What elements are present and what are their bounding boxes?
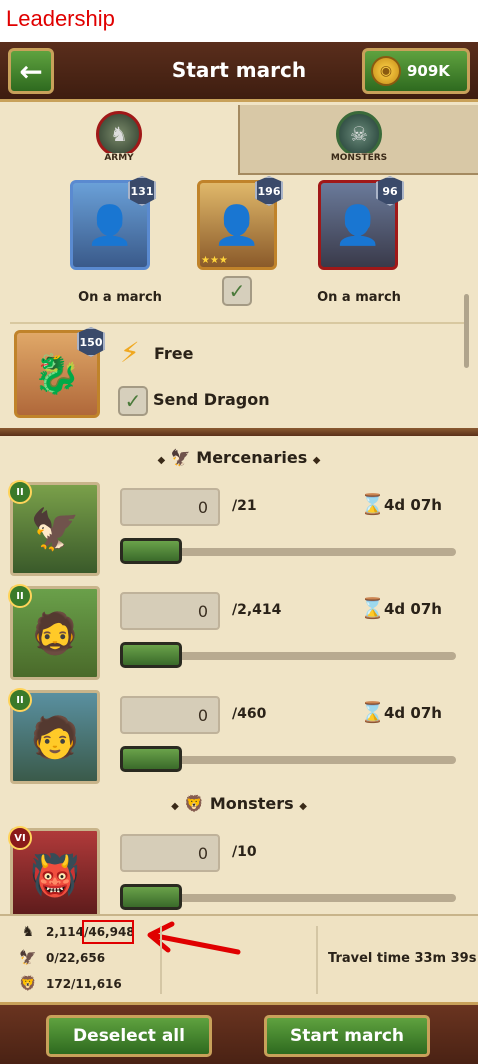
divider: [10, 322, 468, 324]
tab-monsters-label: MONSTERS: [327, 153, 391, 163]
eagle-icon: 🦅: [170, 448, 191, 467]
hero-status-3: On a march: [317, 290, 401, 305]
unit-row-3: 🧑 II 0 /460 ⌛ 4d 07h: [8, 688, 470, 786]
quantity-max: /2,414: [232, 602, 282, 618]
monster-head-icon: ☠: [336, 111, 382, 157]
dragon-free-label: Free: [154, 344, 194, 363]
unit-row-2: 🧔 II 0 /2,414 ⌛ 4d 07h: [8, 584, 470, 682]
mercenaries-title: Mercenaries: [196, 448, 308, 467]
mercenaries-row: 🦅 0/22,656: [18, 950, 105, 966]
eagle-icon: 🦅: [19, 950, 37, 966]
tier-badge: VI: [8, 826, 32, 850]
monsters-title: Monsters: [209, 794, 294, 813]
quantity-slider-thumb[interactable]: [120, 884, 182, 910]
action-bar: Deselect all Start march: [0, 1002, 478, 1064]
quantity-max: /460: [232, 706, 267, 722]
hourglass-icon: ⌛: [360, 700, 385, 724]
travel-time: Travel time 33m 39s: [328, 951, 477, 966]
quantity-input[interactable]: 0: [120, 488, 220, 526]
tabs: ♞ ARMY ☠ MONSTERS: [0, 105, 478, 175]
divider: [316, 926, 318, 994]
hourglass-icon: ⌛: [360, 596, 385, 620]
red-arrow-annotation: [147, 921, 241, 955]
lion-icon: 🦁: [184, 794, 205, 813]
duration: 4d 07h: [384, 496, 442, 514]
duration: 4d 07h: [384, 600, 442, 618]
lightning-icon: ⚡: [120, 336, 140, 369]
section-separator: [0, 428, 478, 436]
highlight-box: [82, 920, 134, 944]
scrollbar[interactable]: [464, 294, 469, 368]
leadership-caption: Leadership: [6, 6, 115, 31]
divider: [160, 926, 162, 994]
dragon-level-badge: 150: [77, 327, 105, 357]
diamond-icon: ◆: [312, 455, 321, 466]
start-march-screen: ← Start march ◉ 909K ♞ ARMY ☠ MONSTERS 👤…: [0, 42, 478, 1064]
duration: 4d 07h: [384, 704, 442, 722]
hero-select-checkbox[interactable]: ✓: [222, 276, 252, 306]
quantity-slider-thumb[interactable]: [120, 746, 182, 772]
unit-row-1: 🦅 II 0 /21 ⌛ 4d 07h: [8, 480, 470, 578]
tier-badge: II: [8, 584, 32, 608]
quantity-max: /10: [232, 844, 257, 860]
quantity-input[interactable]: 0: [120, 696, 220, 734]
hero-card-2[interactable]: 👤 196 ★★★: [197, 176, 283, 270]
tab-army[interactable]: ♞ ARMY: [0, 105, 238, 175]
unit-row-4: 👹 VI 0 /10: [8, 826, 470, 924]
tier-badge: II: [8, 688, 32, 712]
hero-card-3[interactable]: 👤 96: [318, 176, 404, 270]
leadership-used: 2,114: [46, 925, 84, 939]
hourglass-icon: ⌛: [360, 492, 385, 516]
check-icon: ✓: [228, 279, 246, 303]
diamond-icon: ◆: [171, 801, 179, 812]
march-summary: ♞ 2,114/46,948 🦅 0/22,656 🦁 172/11,616 T…: [0, 914, 478, 1002]
diamond-icon: ◆: [157, 455, 166, 466]
quantity-max: /21: [232, 498, 257, 514]
lion-icon: 🦁: [19, 976, 37, 992]
monsters-row: 🦁 172/11,616: [18, 976, 122, 992]
quantity-input[interactable]: 0: [120, 592, 220, 630]
army-helmet-icon: ♞: [96, 111, 142, 157]
hero-card-1[interactable]: 👤 131: [70, 176, 156, 270]
deselect-all-button[interactable]: Deselect all: [46, 1015, 212, 1057]
start-march-button[interactable]: Start march: [264, 1015, 430, 1057]
check-icon: ✓: [124, 389, 142, 413]
tab-monsters[interactable]: ☠ MONSTERS: [238, 105, 478, 175]
diamond-icon: ◆: [299, 801, 307, 812]
send-dragon-label: Send Dragon: [153, 390, 270, 409]
monsters-heading: ◆ 🦁 Monsters ◆: [0, 794, 478, 813]
tier-badge: II: [8, 480, 32, 504]
dragon-card[interactable]: 🐉 150: [14, 327, 105, 418]
leadership-helmet-icon: ♞: [21, 924, 35, 940]
dragon-portrait-icon: 🐉: [33, 351, 81, 396]
hero-stars: ★★★: [201, 255, 228, 266]
header: ← Start march ◉ 909K: [0, 42, 478, 102]
quantity-slider-thumb[interactable]: [120, 538, 182, 564]
quantity-slider-thumb[interactable]: [120, 642, 182, 668]
gold-amount: 909K: [407, 62, 450, 80]
mercenaries-count: 0/22,656: [46, 951, 106, 965]
hero-status-1: On a march: [78, 290, 162, 305]
monsters-count: 172/11,616: [46, 977, 122, 991]
send-dragon-checkbox[interactable]: ✓: [118, 386, 148, 416]
gold-button[interactable]: ◉ 909K: [362, 48, 470, 94]
tab-army-label: ARMY: [101, 153, 137, 163]
gold-coin-icon: ◉: [371, 56, 401, 86]
quantity-input[interactable]: 0: [120, 834, 220, 872]
mercenaries-heading: ◆ 🦅 Mercenaries ◆: [0, 448, 478, 467]
